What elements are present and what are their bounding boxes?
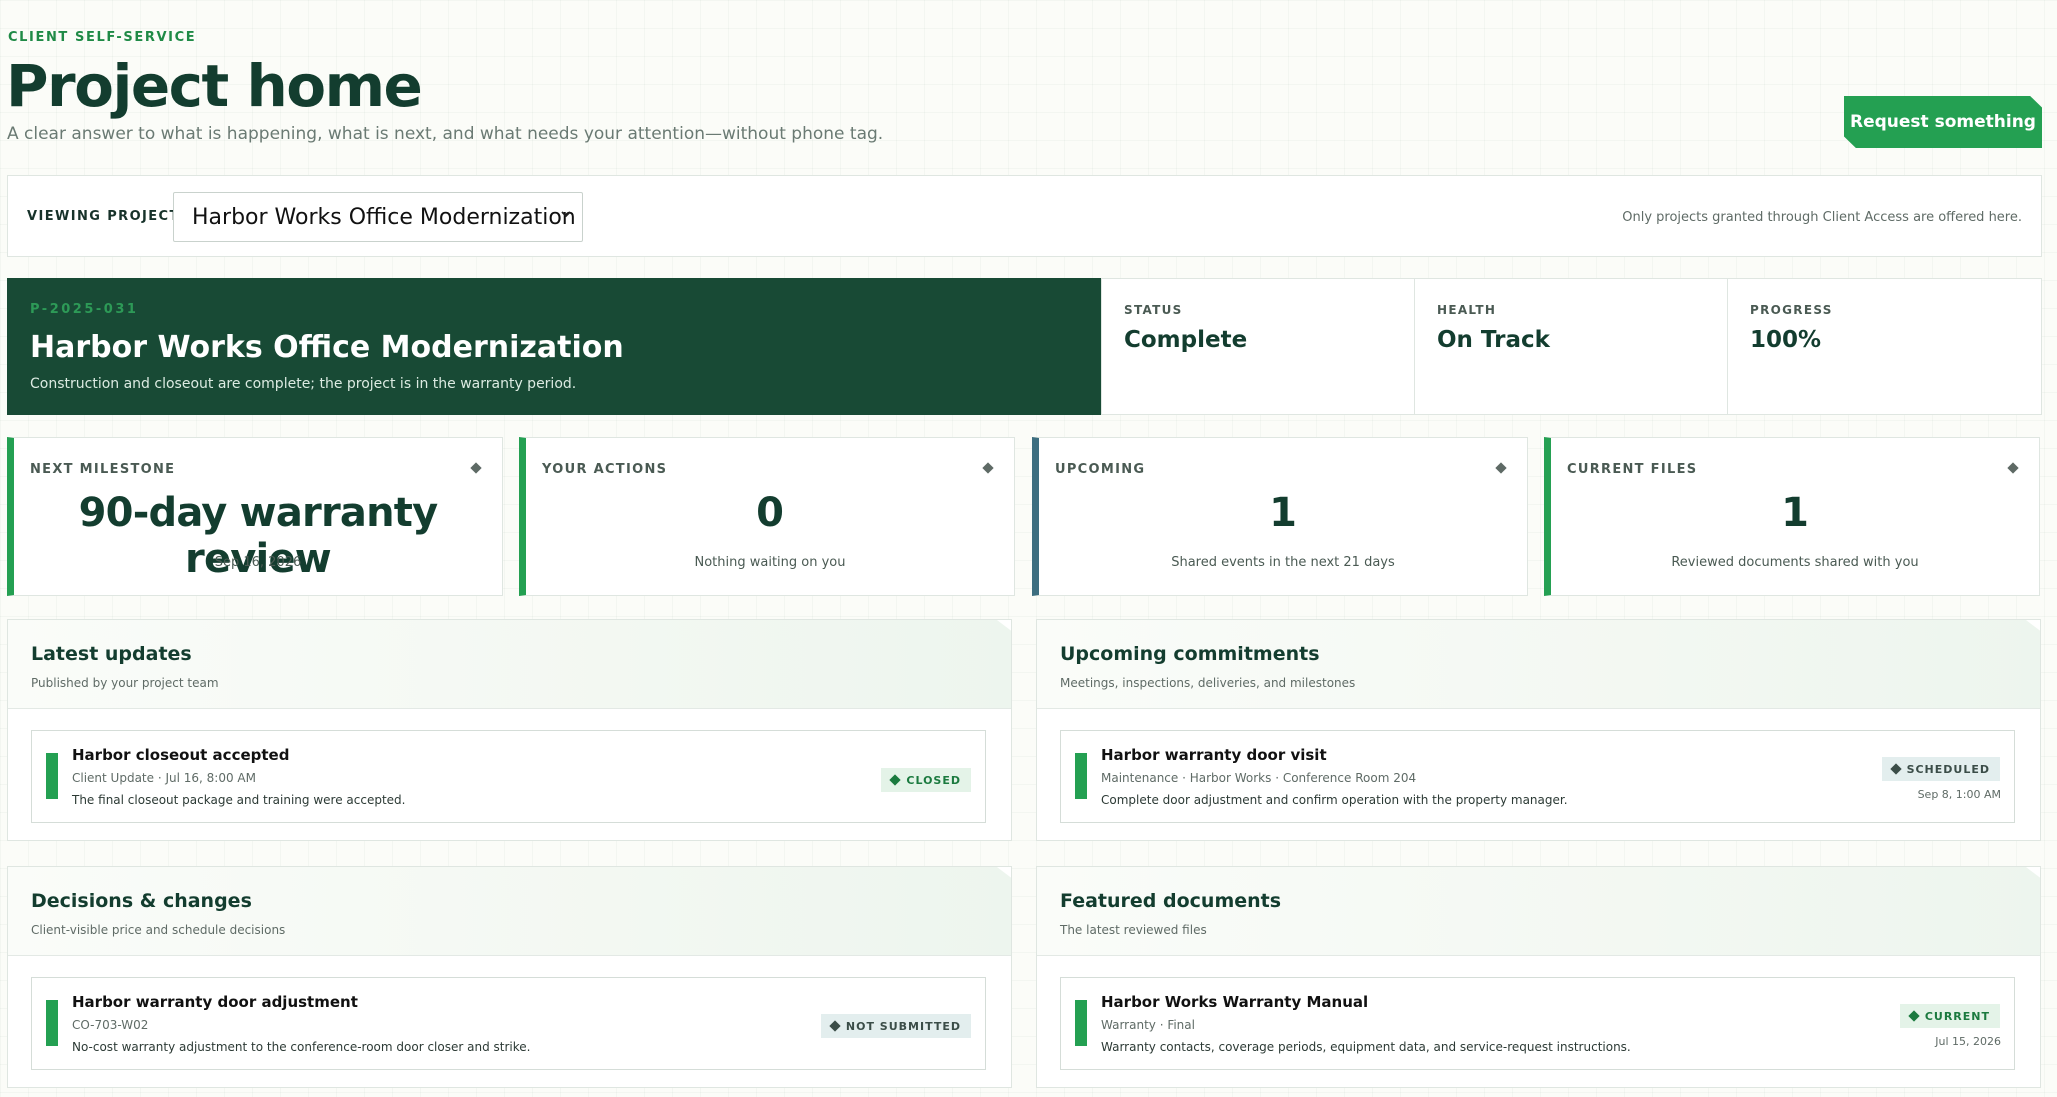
project-code: P-2025-031 <box>30 302 139 317</box>
kpi-your-actions[interactable]: YOUR ACTIONS 0 Nothing waiting on you <box>519 437 1015 596</box>
kpi-sub: Reviewed documents shared with you <box>1671 555 1919 570</box>
project-select-value: Harbor Works Office Modernization <box>192 204 576 230</box>
item-description: The final closeout package and training … <box>72 793 406 807</box>
item-meta: Maintenance · Harbor Works · Conference … <box>1101 771 1417 785</box>
diamond-icon <box>470 462 482 474</box>
status-stat: STATUS Complete <box>1101 278 1415 415</box>
item-accent-bar <box>1075 753 1087 799</box>
badge-label: SCHEDULED <box>1906 762 1990 776</box>
request-something-button[interactable]: Request something <box>1844 96 2042 148</box>
status-badge: NOT SUBMITTED <box>820 1014 971 1038</box>
diamond-icon <box>1889 763 1902 775</box>
item-title: Harbor warranty door visit <box>1101 746 1327 764</box>
document-item[interactable]: Harbor Works Warranty Manual Warranty · … <box>1060 977 2015 1070</box>
kpi-sub: Sep 16, 2026 <box>214 555 302 570</box>
selector-label: VIEWING PROJECT <box>27 209 180 224</box>
kpi-upcoming[interactable]: UPCOMING 1 Shared events in the next 21 … <box>1032 437 1528 596</box>
project-selector-bar: VIEWING PROJECT Harbor Works Office Mode… <box>7 175 2042 257</box>
item-description: No-cost warranty adjustment to the confe… <box>72 1040 531 1054</box>
badge-label: NOT SUBMITTED <box>845 1019 961 1033</box>
decisions-changes-panel: Decisions & changes Client-visible price… <box>7 866 1012 1088</box>
item-date: Sep 8, 1:00 AM <box>1917 788 2001 801</box>
panel-subtitle: Meetings, inspections, deliveries, and m… <box>1060 676 1356 690</box>
item-title: Harbor Works Warranty Manual <box>1101 993 1369 1011</box>
item-title: Harbor warranty door adjustment <box>72 993 358 1011</box>
item-title: Harbor closeout accepted <box>72 746 290 764</box>
kpi-label: YOUR ACTIONS <box>542 462 668 477</box>
selector-note: Only projects granted through Client Acc… <box>1622 210 2022 225</box>
item-meta: Warranty · Final <box>1101 1018 1195 1032</box>
page-title: Project home <box>6 52 423 120</box>
stat-value: Complete <box>1124 327 1248 353</box>
stat-label: HEALTH <box>1437 303 1497 317</box>
kpi-value: 0 <box>756 490 784 536</box>
latest-updates-panel: Latest updates Published by your project… <box>7 619 1012 841</box>
diamond-icon <box>1495 462 1507 474</box>
featured-documents-panel: Featured documents The latest reviewed f… <box>1036 866 2041 1088</box>
kpi-label: NEXT MILESTONE <box>30 462 176 477</box>
page-eyebrow: CLIENT SELF-SERVICE <box>8 30 197 45</box>
project-description: Construction and closeout are complete; … <box>30 376 577 392</box>
diamond-icon <box>889 774 902 786</box>
panel-subtitle: Published by your project team <box>31 676 219 690</box>
panel-title: Upcoming commitments <box>1060 643 1320 665</box>
update-item[interactable]: Harbor closeout accepted Client Update ·… <box>31 730 986 823</box>
item-description: Warranty contacts, coverage periods, equ… <box>1101 1040 1631 1054</box>
kpi-current-files[interactable]: CURRENT FILES 1 Reviewed documents share… <box>1544 437 2040 596</box>
status-badge: CLOSED <box>881 768 971 792</box>
item-description: Complete door adjustment and confirm ope… <box>1101 793 1568 807</box>
kpi-next-milestone[interactable]: NEXT MILESTONE 90-day warranty review Se… <box>7 437 503 596</box>
diamond-icon <box>2007 462 2019 474</box>
panel-title: Latest updates <box>31 643 192 665</box>
panel-subtitle: The latest reviewed files <box>1060 923 1207 937</box>
stat-value: 100% <box>1750 327 1822 353</box>
kpi-label: CURRENT FILES <box>1567 462 1698 477</box>
progress-stat: PROGRESS 100% <box>1727 278 2042 415</box>
stat-label: PROGRESS <box>1750 303 1833 317</box>
project-select[interactable]: Harbor Works Office Modernization <box>173 192 583 242</box>
badge-label: CLOSED <box>906 773 961 787</box>
kpi-label: UPCOMING <box>1055 462 1146 477</box>
diamond-icon <box>1908 1010 1920 1022</box>
project-name: Harbor Works Office Modernization <box>30 330 624 365</box>
commitment-item[interactable]: Harbor warranty door visit Maintenance ·… <box>1060 730 2015 823</box>
kpi-value: 1 <box>1781 490 1809 536</box>
health-stat: HEALTH On Track <box>1414 278 1728 415</box>
panel-title: Decisions & changes <box>31 890 252 912</box>
upcoming-commitments-panel: Upcoming commitments Meetings, inspectio… <box>1036 619 2041 841</box>
status-badge: SCHEDULED <box>1881 757 2000 781</box>
item-accent-bar <box>46 753 58 799</box>
diamond-icon <box>829 1020 841 1032</box>
item-accent-bar <box>46 1000 58 1046</box>
item-meta: CO-703-W02 <box>72 1018 149 1032</box>
page-subtitle: A clear answer to what is happening, wha… <box>7 124 884 144</box>
item-accent-bar <box>1075 1000 1087 1046</box>
item-meta: Client Update · Jul 16, 8:00 AM <box>72 771 256 785</box>
status-badge: CURRENT <box>1899 1004 2000 1028</box>
decision-item[interactable]: Harbor warranty door adjustment CO-703-W… <box>31 977 986 1070</box>
project-hero: P-2025-031 Harbor Works Office Moderniza… <box>7 278 1101 415</box>
kpi-sub: Nothing waiting on you <box>694 555 846 570</box>
kpi-sub: Shared events in the next 21 days <box>1171 555 1395 570</box>
diamond-icon <box>982 462 994 474</box>
item-date: Jul 15, 2026 <box>1935 1035 2001 1048</box>
badge-label: CURRENT <box>1924 1009 1990 1023</box>
stat-label: STATUS <box>1124 303 1183 317</box>
panel-title: Featured documents <box>1060 890 1282 912</box>
chevron-down-icon <box>560 206 572 225</box>
stat-value: On Track <box>1437 327 1550 353</box>
panel-subtitle: Client-visible price and schedule decisi… <box>31 923 286 937</box>
kpi-value: 1 <box>1269 490 1297 536</box>
